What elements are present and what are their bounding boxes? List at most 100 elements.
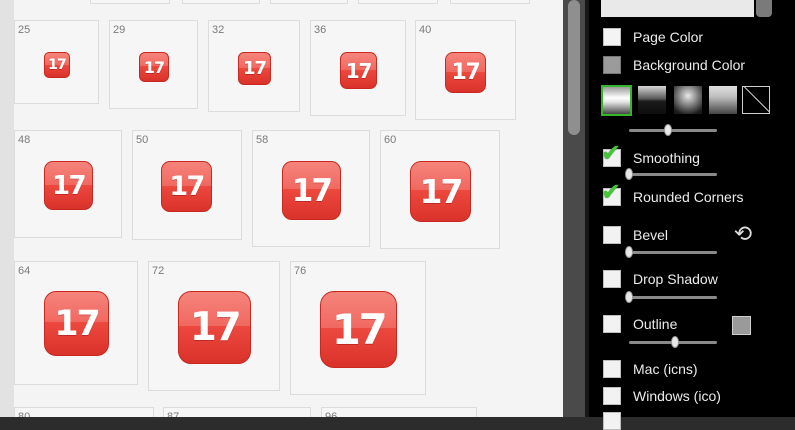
slider-track [629, 173, 717, 176]
page-color-swatch[interactable] [603, 28, 621, 46]
preset-list-scrollbar[interactable] [756, 0, 772, 17]
size-tile-clipped[interactable] [270, 0, 348, 4]
size-tile-clipped[interactable] [182, 0, 260, 4]
tile-size-label: 76 [294, 265, 307, 277]
slider-knob[interactable] [663, 124, 672, 136]
rounded-corners-row[interactable]: ✔ Rounded Corners [601, 181, 744, 208]
tile-size-label: 87 [167, 411, 180, 417]
size-tile-32[interactable]: 32 17 [208, 20, 300, 112]
slider-track [629, 296, 717, 299]
outline-row[interactable]: Outline [603, 313, 677, 335]
windows-ico-label: Windows (ico) [633, 388, 721, 404]
size-tile-36[interactable]: 36 17 [310, 20, 406, 116]
outline-label: Outline [633, 316, 678, 332]
size-tile-25[interactable]: 25 17 [14, 20, 99, 104]
slider-track [629, 251, 717, 254]
size-tile-96[interactable]: 96 [321, 407, 477, 417]
size-tile-87[interactable]: 87 [163, 407, 311, 417]
smoothing-row[interactable]: ✔ Smoothing [601, 142, 700, 169]
app-icon-17: 17 [44, 291, 109, 356]
tile-size-label: 72 [152, 265, 165, 277]
bevel-label: Bevel [633, 227, 669, 243]
bevel-slider[interactable] [625, 245, 717, 259]
preview-scrollbar[interactable] [563, 0, 585, 417]
app-icon-17: 17 [320, 291, 397, 368]
size-tile-clipped[interactable] [90, 0, 170, 4]
tile-size-label: 50 [136, 134, 149, 146]
size-tile-29[interactable]: 29 17 [109, 20, 198, 109]
size-tile-72[interactable]: 72 17 [148, 261, 280, 391]
windows-ico-checkbox[interactable] [603, 387, 621, 405]
tile-size-label: 29 [113, 24, 126, 36]
slider-track [629, 129, 717, 132]
tile-size-label: 40 [419, 24, 432, 36]
mac-icns-label: Mac (icns) [633, 361, 698, 377]
size-tile-40[interactable]: 40 17 [415, 20, 516, 120]
tile-size-label: 60 [384, 134, 397, 146]
outline-color-swatch[interactable] [732, 316, 751, 335]
rounded-corners-checkbox[interactable]: ✔ [601, 181, 621, 206]
size-tile-48[interactable]: 48 17 [14, 130, 122, 238]
tile-size-label: 48 [18, 134, 31, 146]
tile-size-label: 96 [325, 411, 338, 417]
app-icon-17: 17 [238, 52, 271, 85]
app-icon-17: 17 [44, 52, 70, 78]
preset-list-box[interactable] [601, 0, 754, 17]
next-option-checkbox[interactable] [603, 412, 621, 430]
preview-left-margin [0, 0, 14, 417]
smoothing-slider[interactable] [625, 167, 717, 181]
background-color-swatch[interactable] [603, 56, 621, 74]
bevel-checkbox[interactable] [603, 226, 621, 244]
style-glossy-light-button[interactable] [601, 85, 632, 116]
tile-size-label: 25 [18, 24, 31, 36]
smoothing-checkbox[interactable]: ✔ [601, 142, 621, 167]
app-icon-17: 17 [282, 161, 341, 220]
slider-knob[interactable] [670, 336, 679, 348]
checkmark-icon: ✔ [601, 179, 622, 206]
page-color-label: Page Color [633, 29, 704, 45]
rounded-corners-label: Rounded Corners [633, 189, 744, 205]
bevel-row[interactable]: Bevel [603, 224, 668, 246]
size-tile-64[interactable]: 64 17 [14, 261, 138, 385]
outline-checkbox[interactable] [603, 315, 621, 333]
slider-knob[interactable] [625, 168, 633, 180]
style-glossy-dark-button[interactable] [638, 86, 666, 114]
preview-scrollbar-thumb[interactable] [568, 0, 580, 135]
settings-panel: Page Color Background Color ✔ Smoothing … [589, 0, 795, 430]
app-icon-17: 17 [44, 161, 93, 210]
tile-size-label: 36 [314, 24, 327, 36]
app-icon-17: 17 [161, 161, 212, 212]
background-color-label: Background Color [633, 57, 746, 73]
style-none-button[interactable] [742, 86, 770, 114]
slider-knob[interactable] [625, 291, 633, 303]
size-tile-80[interactable]: 80 [14, 407, 154, 417]
mac-icns-row[interactable]: Mac (icns) [603, 358, 698, 380]
style-gradient-button[interactable] [709, 86, 737, 114]
slider-knob[interactable] [625, 246, 633, 258]
icon-preview-area: 25 17 29 17 32 17 36 17 40 17 48 17 50 1… [0, 0, 563, 417]
drop-shadow-checkbox[interactable] [603, 270, 621, 288]
background-color-row[interactable]: Background Color [603, 54, 745, 76]
size-tile-50[interactable]: 50 17 [132, 130, 242, 240]
drop-shadow-slider[interactable] [625, 290, 717, 304]
size-tile-60[interactable]: 60 17 [380, 130, 500, 249]
tile-size-label: 58 [256, 134, 269, 146]
checkmark-icon: ✔ [601, 140, 622, 167]
smoothing-label: Smoothing [633, 150, 700, 166]
drop-shadow-label: Drop Shadow [633, 271, 718, 287]
mac-icns-checkbox[interactable] [603, 360, 621, 378]
windows-ico-row[interactable]: Windows (ico) [603, 385, 721, 407]
app-icon-17: 17 [445, 52, 486, 93]
size-tile-clipped[interactable] [450, 0, 530, 4]
size-tile-58[interactable]: 58 17 [252, 130, 370, 247]
refresh-icon[interactable]: ⟲ [731, 221, 755, 247]
page-color-row[interactable]: Page Color [603, 26, 703, 48]
app-icon-17: 17 [410, 161, 471, 222]
size-tile-clipped[interactable] [358, 0, 438, 4]
outline-slider[interactable] [629, 335, 717, 349]
style-sphere-button[interactable] [674, 86, 702, 114]
style-intensity-slider[interactable] [629, 123, 717, 137]
drop-shadow-row[interactable]: Drop Shadow [603, 268, 718, 290]
app-icon-17: 17 [340, 52, 377, 89]
size-tile-76[interactable]: 76 17 [290, 261, 426, 395]
